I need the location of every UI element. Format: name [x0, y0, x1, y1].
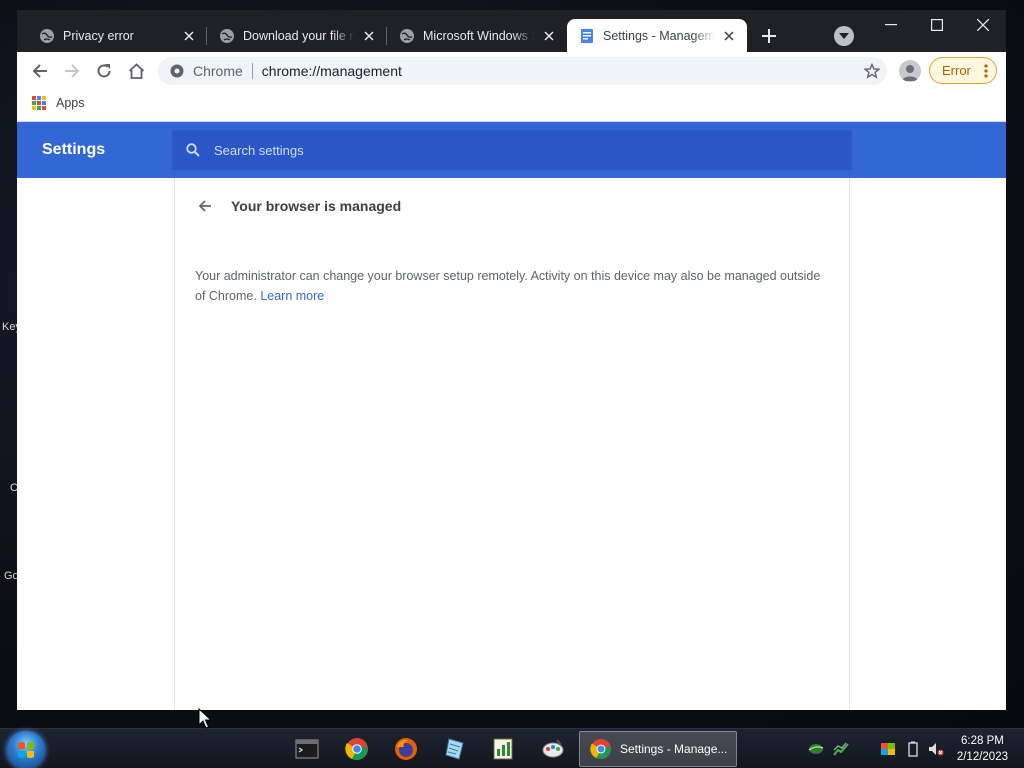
globe-icon [220, 28, 234, 43]
maximize-icon [931, 19, 943, 31]
flag-tray-icon[interactable] [880, 741, 896, 757]
settings-search-box[interactable] [172, 130, 852, 170]
system-clock[interactable]: 6:28 PM 2/12/2023 [957, 733, 1008, 765]
bookmark-star-icon[interactable] [861, 60, 883, 82]
tab-title: Privacy error [63, 28, 134, 43]
maximize-button[interactable] [914, 10, 960, 40]
arrow-left-icon [198, 200, 211, 212]
arrow-left-icon [32, 64, 47, 78]
mouse-cursor-icon [198, 708, 212, 729]
apps-grid-icon [32, 96, 46, 110]
home-button[interactable] [122, 57, 150, 85]
arrow-right-icon [65, 64, 80, 78]
globe-icon [40, 28, 54, 43]
tab-microsoft-windows[interactable]: Microsoft Windows Server [387, 19, 567, 52]
volume-muted-tray-icon[interactable] [928, 741, 944, 757]
card-header: Your browser is managed [195, 196, 401, 216]
close-tab-icon[interactable] [181, 28, 197, 44]
tab-title: Settings - Management [603, 28, 715, 43]
profile-error-button[interactable]: Error [929, 57, 997, 84]
reload-button[interactable] [90, 57, 118, 85]
network-globe-tray-icon[interactable] [808, 741, 824, 757]
bookmarks-bar: Apps [17, 90, 1006, 122]
taskbar-window-title: Settings - Manage... [620, 742, 728, 756]
clock-time: 6:28 PM [961, 735, 1004, 747]
paint-icon[interactable] [541, 737, 565, 761]
start-button[interactable] [7, 731, 45, 768]
tab-privacy-error[interactable]: Privacy error [27, 19, 207, 52]
tab-title: Download your file now [243, 28, 355, 43]
tab-search-button[interactable] [834, 26, 854, 46]
back-arrow-button[interactable] [195, 196, 215, 216]
close-tab-icon[interactable] [361, 28, 377, 44]
omnibox-divider [251, 63, 253, 79]
chevron-down-icon [839, 33, 849, 39]
activity-tray-icon[interactable] [833, 741, 849, 757]
management-description: Your administrator can change your brows… [195, 266, 825, 306]
taskbar: Settings - Manage... 6:28 PM 2/12/2023 [0, 728, 1024, 768]
chrome-page-icon [170, 64, 184, 78]
settings-header: Settings [17, 122, 1006, 178]
command-prompt-icon[interactable] [295, 737, 319, 761]
chrome-icon [590, 738, 612, 760]
battery-tray-icon[interactable] [905, 741, 921, 757]
close-tab-icon[interactable] [721, 28, 737, 44]
address-bar[interactable]: Chrome chrome://management [158, 57, 887, 85]
management-title: Your browser is managed [231, 198, 402, 214]
management-card: Your browser is managed Your administrat… [174, 178, 850, 710]
tab-title: Microsoft Windows Server [423, 28, 535, 43]
chart-editor-icon[interactable] [491, 737, 515, 761]
apps-shortcut[interactable]: Apps [32, 96, 85, 110]
url-text[interactable]: chrome://management [262, 63, 402, 79]
reload-icon [97, 64, 111, 78]
page-title: Settings [42, 141, 106, 158]
globe-icon [400, 28, 414, 43]
chrome-icon[interactable] [345, 737, 369, 761]
back-button[interactable] [26, 57, 54, 85]
apps-label: Apps [56, 96, 85, 110]
notepad-icon[interactable] [443, 737, 467, 761]
clock-date: 2/12/2023 [956, 751, 1008, 763]
settings-content: Your browser is managed Your administrat… [17, 178, 1006, 710]
new-tab-button[interactable] [757, 24, 781, 48]
firefox-icon[interactable] [394, 737, 418, 761]
more-vert-icon[interactable] [984, 64, 988, 78]
tab-settings-management[interactable]: Settings - Management [567, 19, 747, 52]
settings-doc-icon [581, 28, 593, 43]
tab-download[interactable]: Download your file now [207, 19, 387, 52]
close-window-button[interactable] [960, 10, 1006, 40]
person-icon [902, 65, 918, 81]
close-tab-icon[interactable] [541, 28, 557, 44]
home-icon [128, 63, 144, 79]
taskbar-chrome-window-button[interactable]: Settings - Manage... [579, 731, 737, 767]
search-icon [186, 143, 200, 157]
minimize-button[interactable] [868, 10, 914, 40]
minimize-icon [885, 24, 897, 26]
forward-button[interactable] [58, 57, 86, 85]
close-icon [977, 19, 989, 31]
error-label: Error [942, 63, 971, 78]
site-label: Chrome [193, 63, 243, 79]
chrome-window: Privacy error Download your file now Mic… [17, 10, 1006, 710]
learn-more-link[interactable]: Learn more [260, 289, 324, 303]
browser-toolbar: Chrome chrome://management Error [17, 52, 1006, 90]
plus-icon [762, 29, 776, 43]
tab-strip: Privacy error Download your file now Mic… [17, 10, 1006, 52]
profile-avatar-button[interactable] [899, 60, 921, 82]
windows-logo-icon [18, 742, 34, 758]
search-input[interactable] [214, 142, 814, 158]
